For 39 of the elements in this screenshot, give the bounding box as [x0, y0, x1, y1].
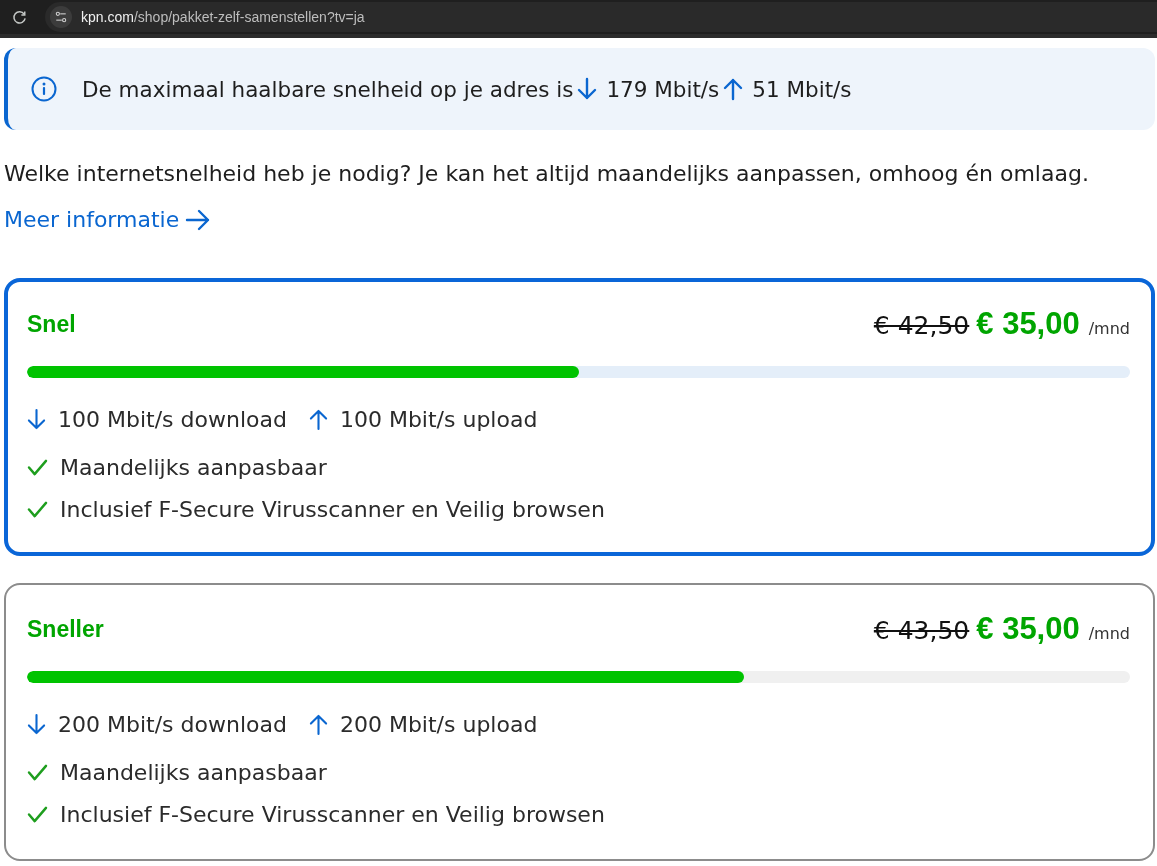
price: € 35,00 — [976, 306, 1080, 342]
price-period: /mnd — [1088, 319, 1130, 338]
feature-text: Maandelijks aanpasbaar — [60, 759, 327, 785]
arrow-right-icon — [185, 209, 212, 231]
arrow-down-icon — [27, 712, 46, 736]
check-icon — [27, 458, 48, 476]
max-download-speed: 179 Mbit/s — [606, 76, 720, 102]
upload-speed: 200 Mbit/s upload — [339, 711, 538, 737]
package-card[interactable]: Sneller € 43,50 € 35,00 /mnd 200 Mbit/s download 200 Mbit/s upload Maandelijks aanpasbaar Inclusief F-Secure Virusscanner en Veilig browsen — [4, 583, 1155, 861]
max-upload-speed: 51 Mbit/s — [752, 76, 852, 102]
download-speed: 200 Mbit/s download — [58, 711, 287, 737]
url-text: kpn.com/shop/pakket-zelf-samenstellen?tv=ja — [81, 9, 365, 25]
arrow-up-icon — [308, 407, 328, 431]
site-settings-icon[interactable] — [50, 6, 72, 28]
price: € 35,00 — [976, 611, 1080, 647]
check-icon — [27, 805, 48, 823]
download-speed: 100 Mbit/s download — [58, 406, 287, 432]
check-icon — [27, 763, 48, 781]
price-period: /mnd — [1088, 624, 1130, 643]
package-card[interactable]: Snel € 42,50 € 35,00 /mnd 100 Mbit/s download 100 Mbit/s upload Maandelijks aanpasbaar Inclusief F-Secure Virusscanner en Veilig browsen — [4, 278, 1155, 556]
package-name: Snel — [27, 310, 76, 338]
intro-text: Welke internetsnelheid heb je nodig? Je kan het altijd maandelijks aanpassen, omhoog én omlaag. — [4, 160, 1090, 188]
address-bar[interactable]: kpn.com/shop/pakket-zelf-samenstellen?tv=ja — [45, 2, 1157, 32]
info-icon — [31, 76, 57, 102]
feature-text: Maandelijks aanpasbaar — [60, 454, 327, 480]
upload-speed: 100 Mbit/s upload — [339, 406, 538, 432]
old-price: € 43,50 — [873, 616, 970, 645]
feature-text: Inclusief F-Secure Virusscanner en Veilig browsen — [60, 496, 605, 522]
reload-icon[interactable] — [12, 9, 27, 25]
old-price: € 42,50 — [873, 311, 970, 340]
feature-text: Inclusief F-Secure Virusscanner en Veilig browsen — [60, 801, 605, 827]
package-name: Sneller — [27, 615, 104, 643]
banner-text: De maximaal haalbare snelheid op je adres is — [82, 76, 574, 102]
check-icon — [27, 500, 48, 518]
arrow-up-icon — [723, 77, 744, 101]
more-info-link[interactable]: Meer informatie — [4, 205, 212, 235]
arrow-down-icon — [577, 77, 598, 101]
arrow-up-icon — [308, 712, 328, 736]
arrow-down-icon — [27, 407, 46, 431]
